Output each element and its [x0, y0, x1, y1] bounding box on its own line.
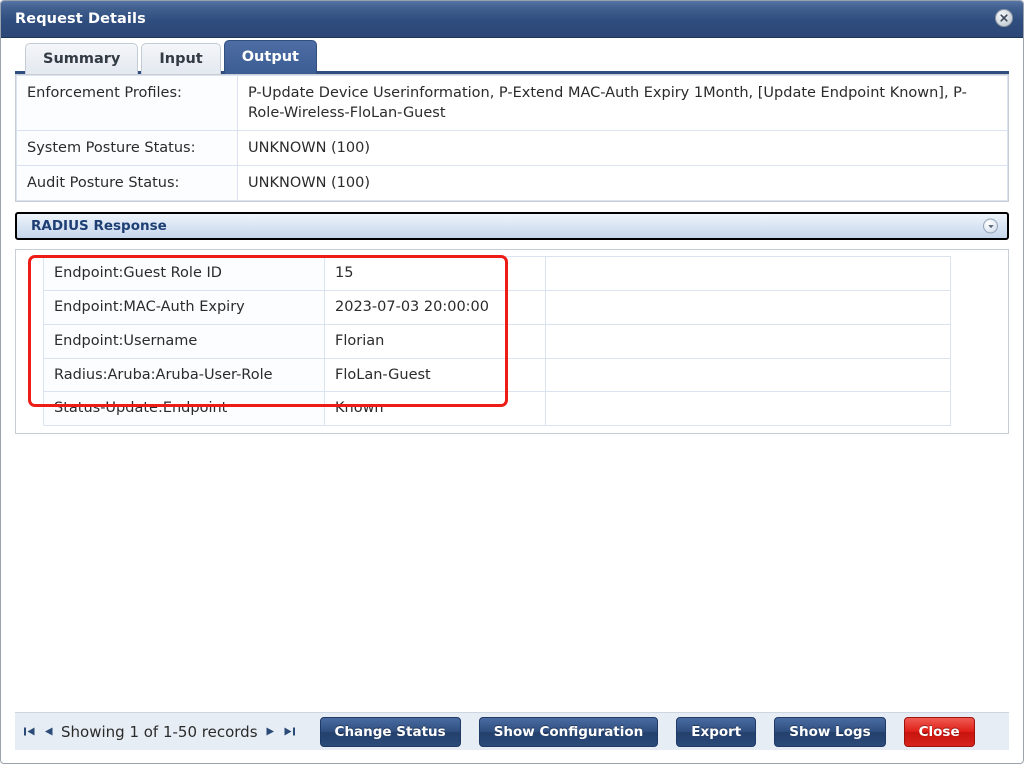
radius-response-table: Endpoint:Guest Role ID 15 Endpoint:MAC-A… [43, 256, 951, 427]
show-logs-button[interactable]: Show Logs [774, 716, 886, 747]
attribute-spacer [545, 391, 951, 427]
table-row: Endpoint:Username Florian [43, 323, 951, 359]
field-label: System Posture Status: [16, 130, 238, 166]
attribute-spacer [545, 323, 951, 359]
attribute-name: Radius:Aruba:Aruba-User-Role [43, 357, 325, 393]
table-row: Radius:Aruba:Aruba-User-Role FloLan-Gues… [43, 357, 951, 393]
footer-bar: Showing 1 of 1-50 records Change Status … [15, 712, 1009, 750]
previous-page-icon[interactable] [43, 725, 54, 738]
radius-response-panel: Endpoint:Guest Role ID 15 Endpoint:MAC-A… [15, 249, 1009, 435]
attribute-spacer [545, 289, 951, 325]
close-button[interactable]: Close [903, 716, 975, 747]
attribute-value: 2023-07-03 20:00:00 [324, 289, 546, 325]
attribute-value: 15 [324, 256, 546, 291]
section-title: RADIUS Response [31, 218, 167, 234]
last-page-icon[interactable] [283, 725, 296, 738]
tab-output[interactable]: Output [223, 40, 317, 74]
window-title: Request Details [15, 11, 146, 27]
table-row: Endpoint:Guest Role ID 15 [43, 256, 951, 291]
radius-response-section-header[interactable]: RADIUS Response [15, 212, 1009, 240]
request-details-window: Request Details Summary Input Output Enf… [0, 0, 1024, 764]
attribute-value: Florian [324, 323, 546, 359]
summary-fields-panel: Enforcement Profiles: P-Update Device Us… [15, 74, 1009, 202]
collapse-circle-down-icon[interactable] [983, 218, 998, 234]
attribute-name: Endpoint:Username [43, 323, 325, 359]
window-titlebar: Request Details [1, 1, 1023, 38]
table-row: Status-Update:Endpoint Known [43, 391, 951, 427]
table-row: System Posture Status: UNKNOWN (100) [16, 130, 1008, 166]
attribute-spacer [545, 357, 951, 393]
change-status-button[interactable]: Change Status [319, 716, 461, 747]
attribute-value: FloLan-Guest [324, 357, 546, 393]
attribute-value: Known [324, 391, 546, 427]
field-value: UNKNOWN (100) [237, 130, 1008, 166]
output-panel: Enforcement Profiles: P-Update Device Us… [1, 74, 1023, 435]
tab-summary[interactable]: Summary [25, 43, 139, 74]
tab-input[interactable]: Input [141, 43, 221, 74]
export-button[interactable]: Export [676, 716, 757, 747]
pagination-label: Showing 1 of 1-50 records [61, 722, 258, 741]
field-label: Audit Posture Status: [16, 165, 238, 201]
attribute-spacer [545, 256, 951, 291]
attribute-name: Endpoint:MAC-Auth Expiry [43, 289, 325, 325]
field-value: UNKNOWN (100) [237, 165, 1008, 201]
table-row: Endpoint:MAC-Auth Expiry 2023-07-03 20:0… [43, 289, 951, 325]
first-page-icon[interactable] [23, 725, 36, 738]
attribute-name: Status-Update:Endpoint [43, 391, 325, 427]
tab-bar: Summary Input Output [1, 38, 1023, 74]
pagination: Showing 1 of 1-50 records [23, 723, 296, 741]
field-value: P-Update Device Userinformation, P-Exten… [237, 75, 1008, 131]
next-page-icon[interactable] [265, 725, 276, 738]
footer-buttons: Change Status Show Configuration Export … [319, 716, 975, 747]
attribute-name: Endpoint:Guest Role ID [43, 256, 325, 291]
table-row: Audit Posture Status: UNKNOWN (100) [16, 165, 1008, 201]
summary-fields-table: Enforcement Profiles: P-Update Device Us… [16, 75, 1008, 201]
show-configuration-button[interactable]: Show Configuration [478, 716, 659, 747]
close-icon[interactable] [995, 9, 1013, 27]
table-row: Enforcement Profiles: P-Update Device Us… [16, 75, 1008, 131]
field-label: Enforcement Profiles: [16, 75, 238, 131]
